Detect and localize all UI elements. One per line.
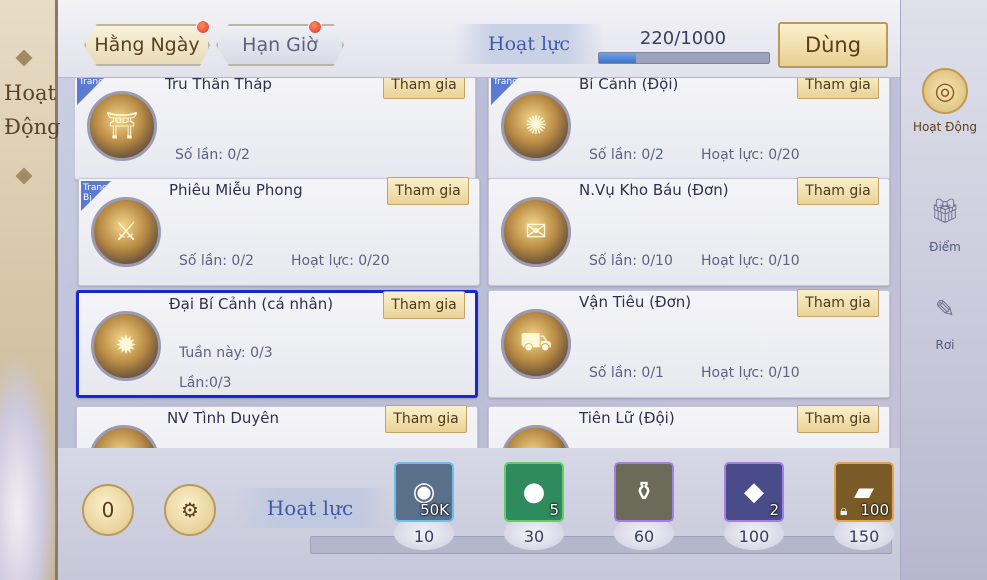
activity-stat: Hoạt lực: 0/20 xyxy=(701,147,800,163)
energy-bar-fill xyxy=(599,53,637,63)
activity-name: Vận Tiêu (Đơn) xyxy=(579,293,692,311)
gear-icon: ⚙ xyxy=(181,498,199,522)
activity-card[interactable]: ✹ Đại Bí Cảnh (cá nhân) Tham gia Tuần này: … xyxy=(76,290,478,398)
diamond-ornament-icon xyxy=(15,49,33,67)
activity-card[interactable]: ❀ NV Tình Duyên Tham gia xyxy=(76,405,478,448)
reward-threshold: 10 xyxy=(394,522,454,550)
activity-stat: Hoạt lực: 0/10 xyxy=(701,365,800,381)
page-title: Hoạt Động xyxy=(4,81,61,139)
nav-item-activity[interactable]: ◎ Hoạt Động xyxy=(907,68,983,158)
settings-button[interactable]: ⚙ xyxy=(164,484,216,536)
reward-slot[interactable]: ◆ 2 xyxy=(724,462,784,522)
reward-slot[interactable]: ● 5 xyxy=(504,462,564,522)
energy-value: 220/1000 xyxy=(639,28,727,49)
pagoda-icon: ⛩ xyxy=(87,91,157,161)
reward-count: 2 xyxy=(769,501,779,519)
reward-threshold: 30 xyxy=(504,522,564,550)
activity-list[interactable]: ⛩ Trang Tru Thần Tháp Tham gia Số lần: 0/2 ✺ T… xyxy=(74,78,892,448)
tab-timed-label: Hạn Giờ xyxy=(242,34,318,56)
activity-card[interactable]: ✺ Trang Bí Cảnh (Đội) Tham gia Số lần: 0/2 Ho… xyxy=(488,78,890,180)
cauldron-icon: ⚱ xyxy=(633,477,655,507)
join-button[interactable]: Tham gia xyxy=(797,289,879,317)
left-banner: Hoạt Động xyxy=(0,0,61,580)
activity-name: Đại Bí Cảnh (cá nhân) xyxy=(169,295,334,313)
reward-slot[interactable]: ⚱ xyxy=(614,462,674,522)
activity-stat: Số lần: 0/2 xyxy=(589,147,664,163)
tab-daily[interactable]: Hằng Ngày xyxy=(84,24,210,66)
notification-dot-icon xyxy=(196,20,210,34)
gift-icon: 🎁︎ xyxy=(929,197,961,225)
jade-orb-icon: ● xyxy=(522,477,546,507)
reward-slot[interactable]: ◉ 50K xyxy=(394,462,454,522)
activity-name: Bí Cảnh (Đội) xyxy=(579,78,679,93)
portal-icon: ✺ xyxy=(501,91,571,161)
activity-card[interactable]: ⛟ Vận Tiêu (Đơn) Tham gia Số lần: 0/1 Hoạt l… xyxy=(488,289,890,398)
bottom-energy-label: Hoạt lực xyxy=(230,488,390,528)
join-button[interactable]: Tham gia xyxy=(797,405,879,433)
tab-timed[interactable]: Hạn Giờ xyxy=(216,24,344,66)
reward-count: 50K xyxy=(420,501,449,519)
use-button[interactable]: Dùng xyxy=(778,22,888,68)
join-button[interactable]: Tham gia xyxy=(385,405,467,433)
nav-item-points[interactable]: 🎁︎ Điểm xyxy=(907,188,983,278)
join-button[interactable]: Tham gia xyxy=(383,78,465,99)
activity-stat: Số lần: 0/1 xyxy=(589,365,664,381)
activity-stat: Hoạt lực: 0/20 xyxy=(291,253,390,269)
lock-icon: 🔒︎ xyxy=(840,503,848,519)
nav-item-label: Rơi xyxy=(935,338,955,352)
join-button[interactable]: Tham gia xyxy=(797,78,879,99)
reward-threshold: 100 xyxy=(724,522,784,550)
reward-threshold: 60 xyxy=(614,522,674,550)
reward-count: 100 xyxy=(860,501,889,519)
activity-stat: Số lần: 0/10 xyxy=(589,253,673,269)
activity-card[interactable]: ✉ N.Vụ Kho Báu (Đơn) Tham gia Số lần: 0/10 H… xyxy=(488,177,890,286)
right-nav: ◎ Hoạt Động 🎁︎ Điểm ✎ Rơi xyxy=(900,0,987,580)
map-scroll-icon: ✉ xyxy=(501,197,571,267)
activity-card[interactable]: ⛩ Trang Tru Thần Tháp Tham gia Số lần: 0/2 xyxy=(74,78,476,180)
sword-icon: ⚔ xyxy=(91,197,161,267)
activity-stat: Số lần: 0/2 xyxy=(179,253,254,269)
nav-item-label: Điểm xyxy=(929,240,961,254)
counter-badge: 0 xyxy=(82,484,134,536)
activity-name: Phiêu Miễu Phong xyxy=(169,181,303,199)
tab-daily-label: Hằng Ngày xyxy=(94,34,200,56)
notification-dot-icon xyxy=(308,20,322,34)
energy-bar xyxy=(598,52,770,64)
activity-name: N.Vụ Kho Báu (Đơn) xyxy=(579,181,729,199)
activity-name: Tiên Lữ (Đội) xyxy=(579,409,675,427)
lantern-icon: ❀ xyxy=(89,425,159,448)
nav-item-label: Hoạt Động xyxy=(912,120,978,134)
activity-stat: Lần:0/3 xyxy=(179,375,232,391)
activity-stat: Hoạt lực: 0/10 xyxy=(701,253,800,269)
activity-card[interactable]: ⚔ Trang Bị Phiêu Miễu Phong Tham gia Số lần:… xyxy=(78,177,480,286)
lantern-icon: ❀ xyxy=(501,425,571,448)
reward-threshold: 150 xyxy=(834,522,894,550)
activity-name: NV Tình Duyên xyxy=(167,409,280,427)
activity-stat: Số lần: 0/2 xyxy=(175,147,250,163)
reward-count: 5 xyxy=(549,501,559,519)
diamond-ornament-icon xyxy=(15,167,33,185)
swirl-portal-icon: ✹ xyxy=(91,311,161,381)
crystal-icon: ◆ xyxy=(744,477,764,507)
energy-label: Hoạt lực xyxy=(454,24,604,64)
join-button[interactable]: Tham gia xyxy=(797,177,879,205)
activity-stat: Tuần này: 0/3 xyxy=(179,345,273,361)
top-bar: Hằng Ngày Hạn Giờ Hoạt lực 220/1000 Dùng xyxy=(58,0,900,78)
book-icon: ✎ xyxy=(934,295,956,323)
activity-name: Tru Thần Tháp xyxy=(165,78,272,93)
reward-slot[interactable]: ▰ 100 🔒︎ xyxy=(834,462,894,522)
join-button[interactable]: Tham gia xyxy=(387,177,469,205)
activity-card[interactable]: ❀ Tiên Lữ (Đội) Tham gia xyxy=(488,405,890,448)
drum-icon: ◎ xyxy=(922,68,968,114)
nav-item-drops[interactable]: ✎ Rơi xyxy=(907,286,983,376)
cart-icon: ⛟ xyxy=(501,309,571,379)
feather-decoration xyxy=(0,350,58,580)
join-button[interactable]: Tham gia xyxy=(383,291,465,319)
